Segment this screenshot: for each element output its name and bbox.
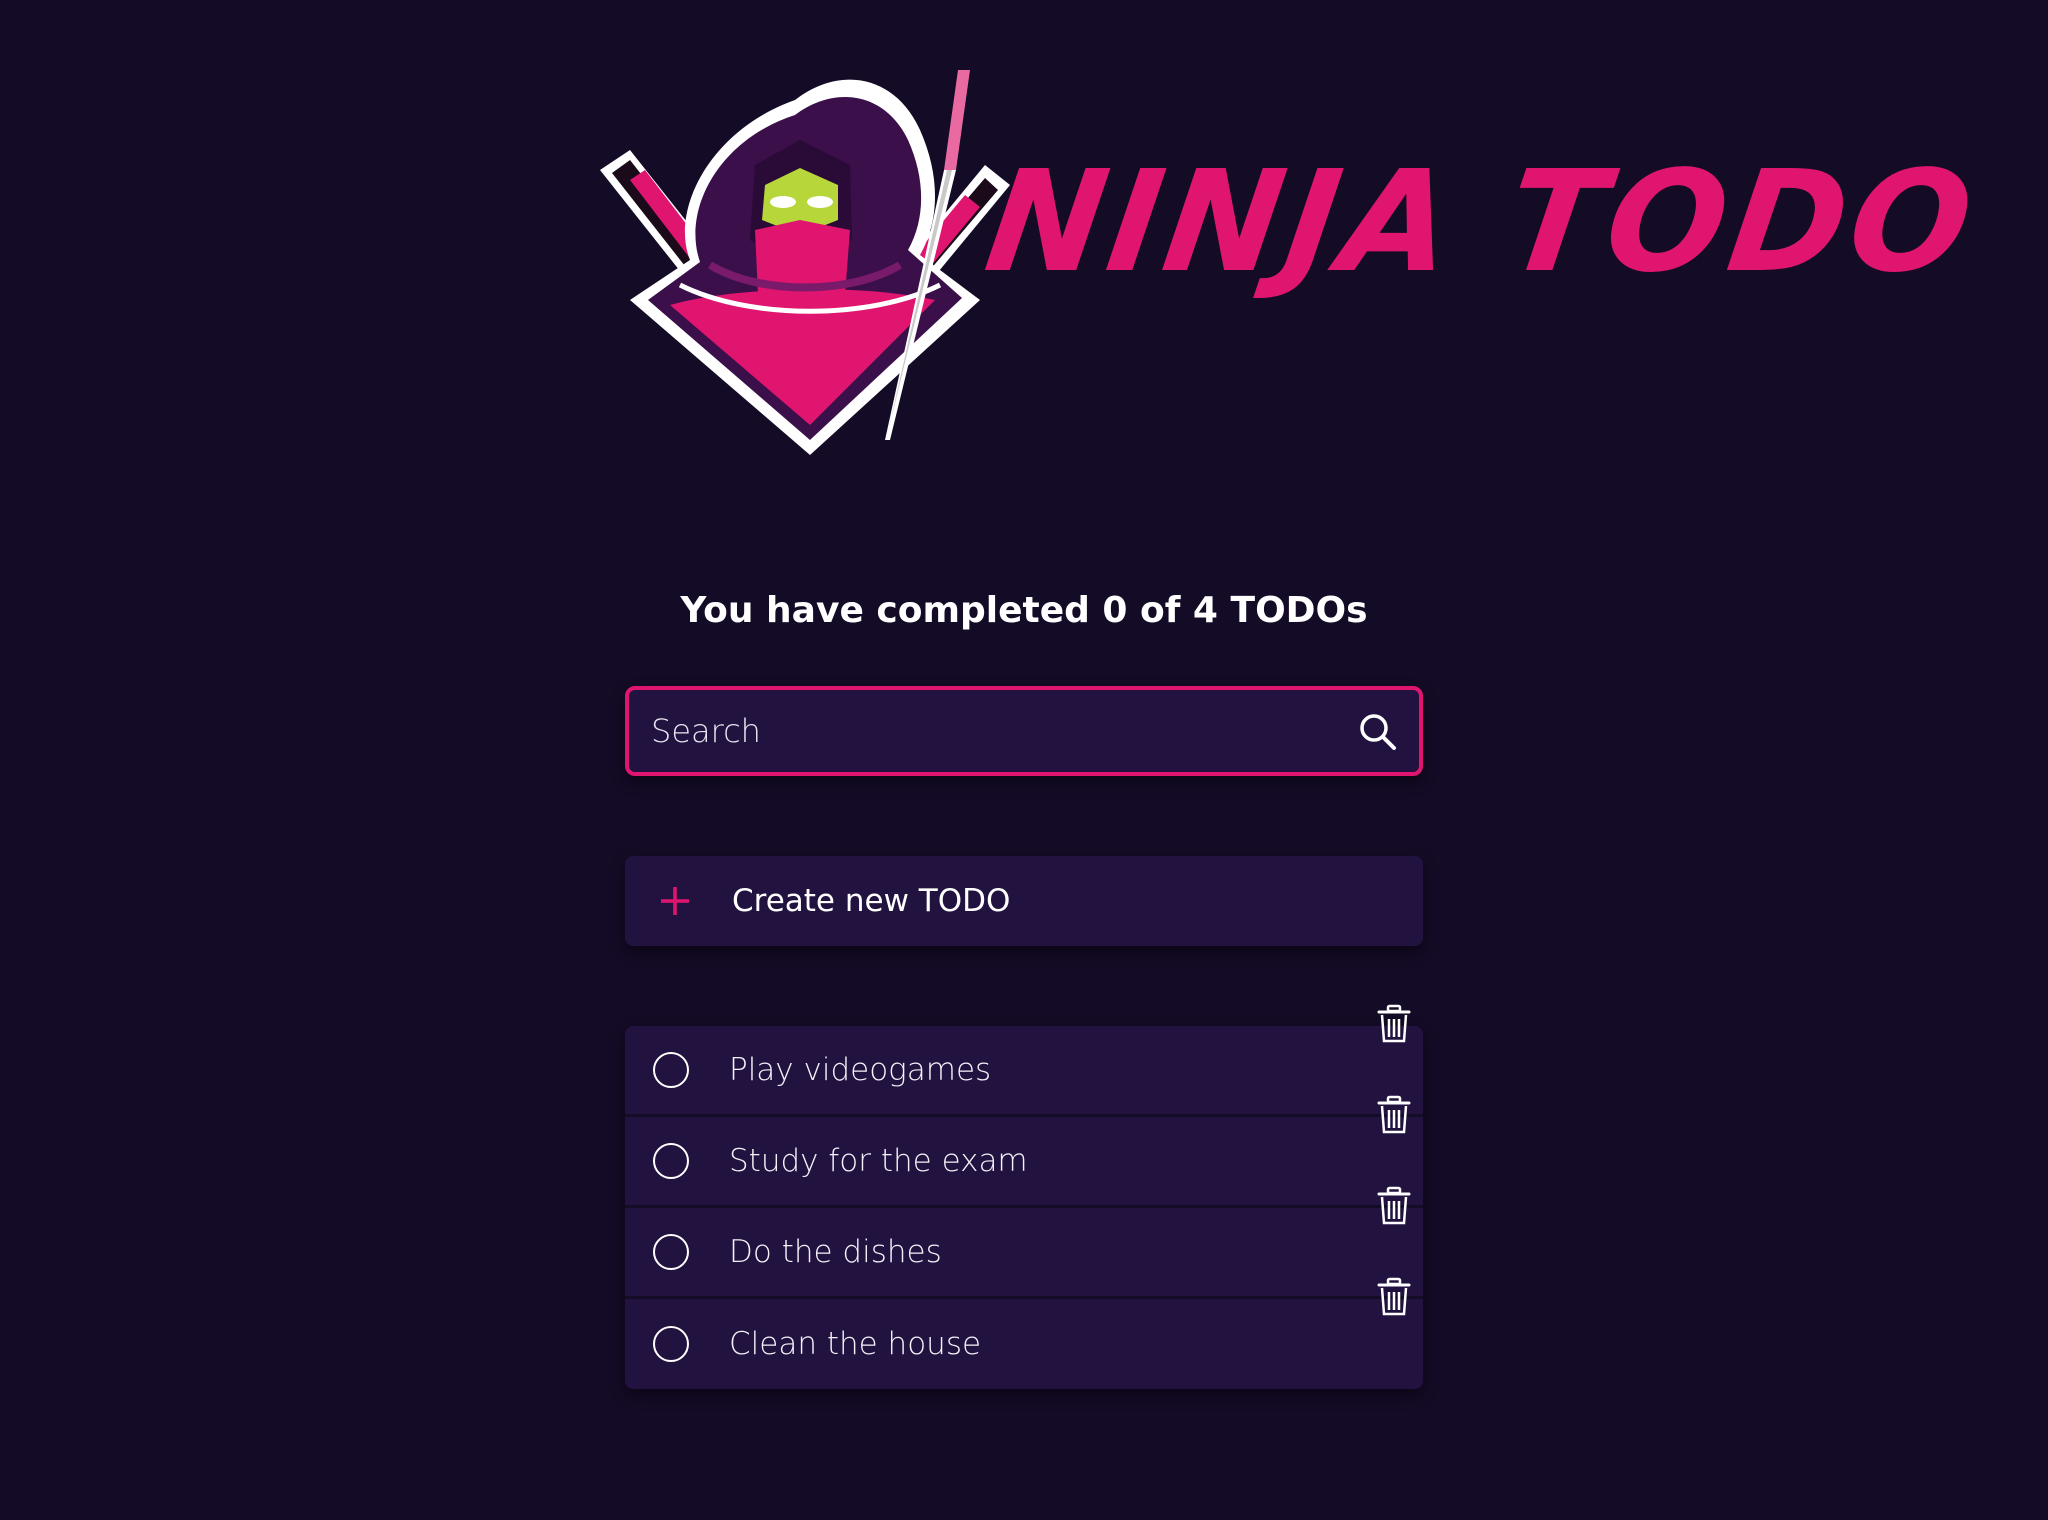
todo-item: Do the dishes [625, 1186, 1423, 1299]
trash-icon[interactable] [1377, 1277, 1411, 1317]
trash-icon[interactable] [1377, 1095, 1411, 1135]
todo-label: Study for the exam [729, 1143, 1028, 1179]
todo-label: Play videogames [729, 1052, 992, 1088]
todo-item: Clean the house [625, 1277, 1423, 1389]
logo-text: NINJA TODO [977, 141, 1985, 304]
todo-list: Play videogames Study for the exam Do th… [625, 1004, 1423, 1389]
todo-counter: You have completed 0 of 4 TODOs [680, 590, 1368, 631]
ninja-todo-logo: NINJA TODO [590, 70, 1985, 490]
circle-check-icon[interactable] [653, 1052, 689, 1088]
todo-item: Play videogames [625, 1004, 1423, 1117]
app-root: NINJA TODO You have completed 0 of 4 TOD… [0, 0, 2048, 1520]
trash-icon[interactable] [1377, 1186, 1411, 1226]
plus-icon [661, 887, 689, 915]
create-todo-button[interactable]: Create new TODO [625, 856, 1423, 946]
search-box [625, 686, 1423, 776]
trash-icon[interactable] [1377, 1004, 1411, 1044]
search-input[interactable] [629, 690, 1357, 772]
search-icon[interactable] [1357, 711, 1397, 751]
todo-label: Do the dishes [729, 1234, 942, 1270]
ninja-logo-icon: NINJA TODO [600, 70, 1985, 456]
circle-check-icon[interactable] [653, 1326, 689, 1362]
create-todo-label: Create new TODO [732, 883, 1011, 919]
circle-check-icon[interactable] [653, 1234, 689, 1270]
todo-label: Clean the house [729, 1326, 982, 1362]
circle-check-icon[interactable] [653, 1143, 689, 1179]
todo-item: Study for the exam [625, 1095, 1423, 1208]
